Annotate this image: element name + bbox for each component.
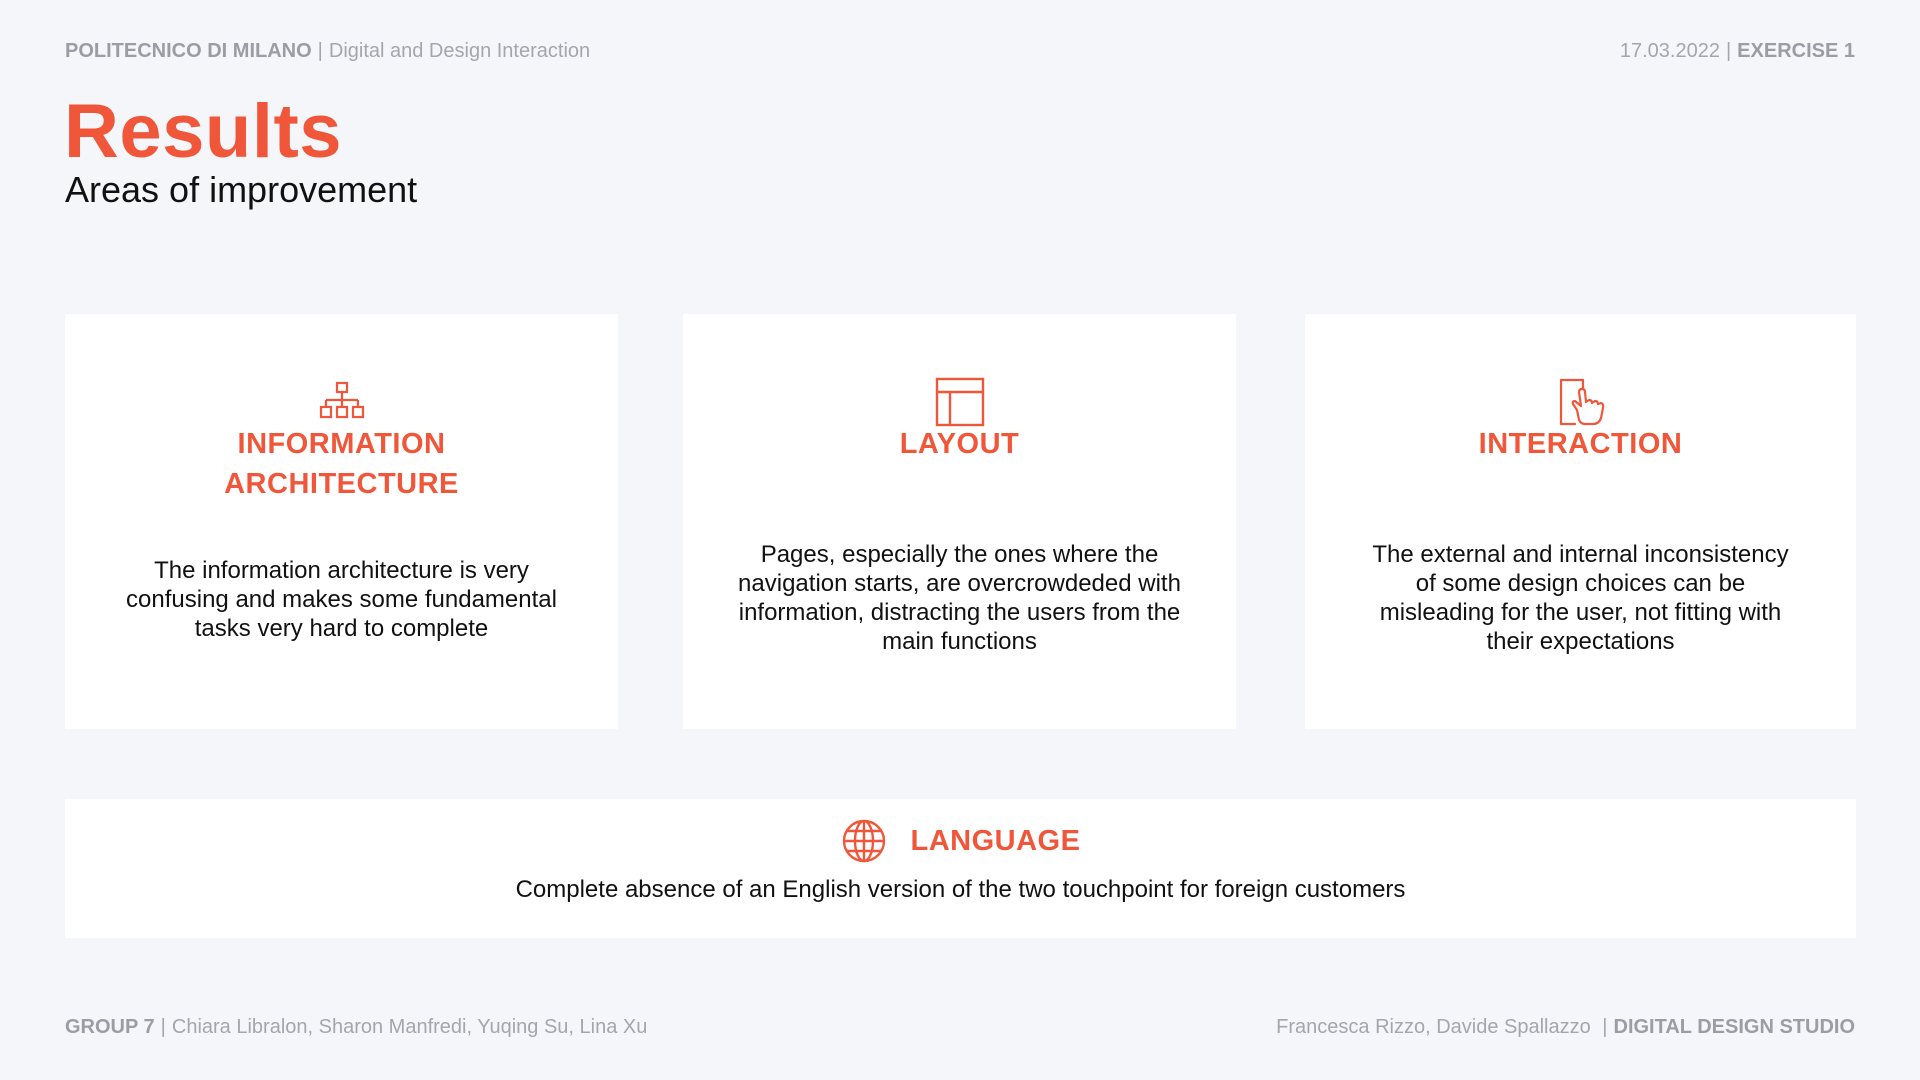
card-layout: LAYOUT Pages, especially the ones where … — [683, 314, 1236, 729]
card-body: The external and internal inconsistency … — [1372, 541, 1789, 655]
card-title: LAYOUT — [899, 428, 1020, 460]
course-name: Digital and Design Interaction — [328, 40, 591, 62]
footer-right: Francesca Rizzo, Davide Spallazzo | DIGIT… — [1276, 1016, 1855, 1039]
language-body: Complete absence of an English version o… — [515, 876, 1406, 903]
group-label: GROUP 7 — [65, 1016, 155, 1038]
professors: Francesca Rizzo, Davide Spallazzo — [1276, 1016, 1591, 1038]
page-title: Results — [64, 89, 343, 174]
date: 17.03.2022 — [1619, 40, 1720, 62]
header-right: 17.03.2022 | EXERCISE 1 — [1620, 40, 1855, 63]
card-title-line: INFORMATION — [237, 428, 446, 460]
footer-left: GROUP 7 | Chiara Libralon, Sharon Manfredi… — [65, 1016, 647, 1039]
card-interaction: INTERACTION The external and internal in… — [1305, 314, 1856, 729]
language-title: LANGUAGE — [910, 824, 1081, 857]
card-body: Pages, especially the ones where the nav… — [738, 541, 1181, 655]
exercise-label: EXERCISE 1 — [1737, 40, 1855, 62]
globe-icon — [842, 819, 885, 863]
card-title: INFORMATION ARCHITECTURE — [65, 424, 618, 504]
institution-name: POLITECNICO DI MILANO — [65, 40, 312, 62]
separator: | — [1725, 40, 1732, 62]
card-title: INTERACTION — [1478, 428, 1683, 460]
separator: | — [160, 1016, 166, 1038]
card-body: The information architecture is very con… — [126, 557, 557, 642]
separator: | — [1596, 1016, 1608, 1038]
separator: | — [317, 40, 323, 62]
page-subtitle: Areas of improvement — [65, 169, 418, 210]
header: POLITECNICO DI MILANO | Digital and Design… — [65, 40, 1855, 63]
card-information-architecture: INFORMATION ARCHITECTURE The information… — [65, 314, 618, 729]
group-members: Chiara Libralon, Sharon Manfredi, Yuqing… — [171, 1016, 648, 1038]
footer: GROUP 7 | Chiara Libralon, Sharon Manfredi… — [65, 1016, 1855, 1039]
touch-icon — [1559, 378, 1604, 426]
studio-name: DIGITAL DESIGN STUDIO — [1613, 1016, 1856, 1038]
card-language: LANGUAGE Complete absence of an English … — [65, 799, 1856, 938]
card-title-line: ARCHITECTURE — [224, 468, 459, 500]
layout-icon — [935, 377, 984, 427]
header-left: POLITECNICO DI MILANO | Digital and Design… — [65, 40, 590, 63]
sitemap-icon — [319, 381, 364, 419]
language-heading: LANGUAGE — [65, 818, 1856, 864]
